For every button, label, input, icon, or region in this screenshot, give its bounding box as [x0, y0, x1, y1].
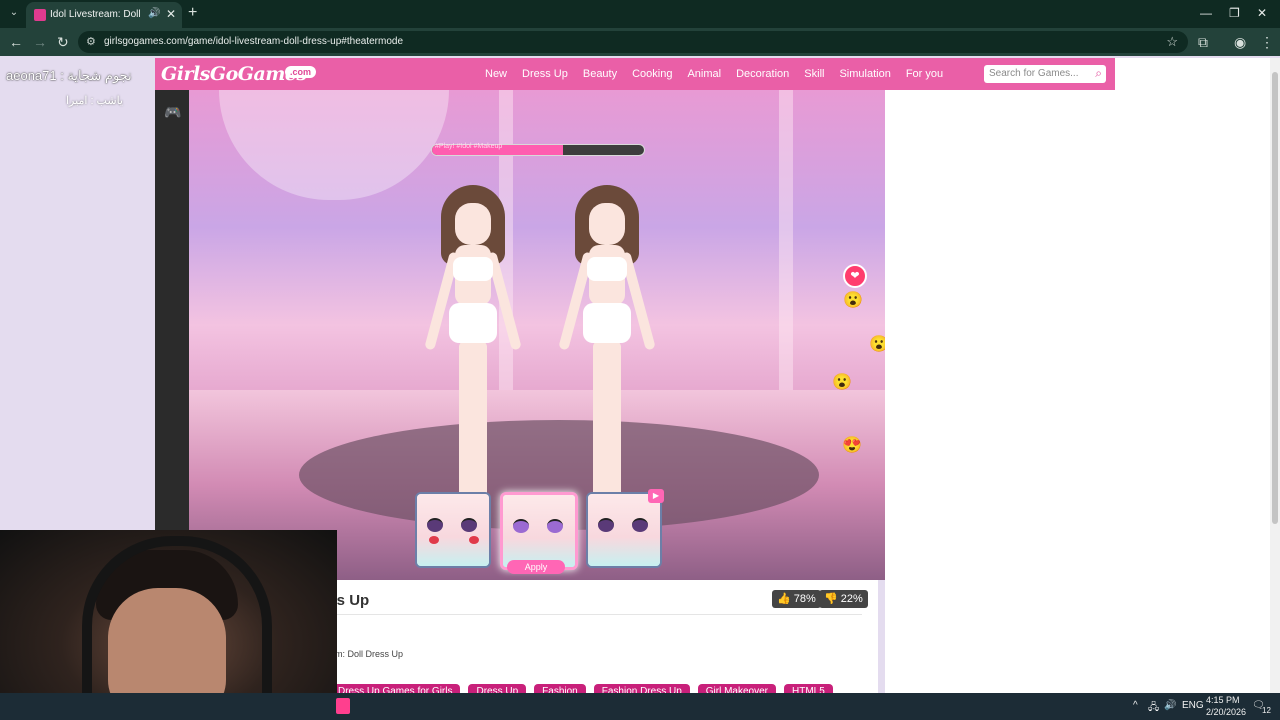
- face-option-card-selected[interactable]: [500, 492, 578, 570]
- new-tab-button[interactable]: +: [188, 4, 197, 22]
- tab-close-icon[interactable]: ✕: [166, 7, 176, 21]
- search-icon[interactable]: ⌕: [1095, 66, 1102, 81]
- site-nav: New Dress Up Beauty Cooking Animal Decor…: [485, 58, 958, 90]
- page-right-margin: [1115, 58, 1270, 693]
- apply-button[interactable]: Apply: [507, 560, 565, 574]
- video-play-icon[interactable]: ▶: [648, 489, 664, 503]
- nav-item-beauty[interactable]: Beauty: [583, 68, 617, 80]
- nav-item-dress-up[interactable]: Dress Up: [522, 68, 568, 80]
- surprised-reaction-icon: 😮: [843, 292, 863, 309]
- audio-playing-icon[interactable]: 🔊: [148, 8, 160, 19]
- browser-tab-bar: ⌄ Idol Livestream: Doll Dress 🔊 ✕ + — ❐ …: [0, 0, 1280, 28]
- minimize-window-icon[interactable]: —: [1200, 6, 1212, 20]
- like-percent: 78%: [793, 593, 816, 605]
- dislike-percent: 22%: [840, 593, 863, 605]
- page-scrollbar[interactable]: [1270, 58, 1280, 693]
- game-team: am: Doll Dress Up: [330, 649, 404, 659]
- heart-decoration: [219, 90, 449, 200]
- address-bar[interactable]: ⚙ girlsgogames.com/game/idol-livestream-…: [78, 31, 1188, 53]
- back-arrow-icon[interactable]: ←: [9, 34, 23, 50]
- site-header: GirlsGoGames .com New Dress Up Beauty Co…: [155, 58, 1115, 90]
- show-hidden-icons-icon[interactable]: ^: [1133, 700, 1138, 711]
- browser-tab-active[interactable]: Idol Livestream: Doll Dress 🔊 ✕: [26, 2, 182, 28]
- tab-title: Idol Livestream: Doll Dress: [50, 9, 144, 20]
- right-ad-panel: [885, 90, 1115, 693]
- site-info-icon[interactable]: ⚙: [86, 35, 96, 48]
- clock-date[interactable]: 2/20/2026: [1206, 707, 1246, 717]
- site-search-input[interactable]: Search for Games... ⌕: [984, 65, 1106, 83]
- extensions-icon[interactable]: ⧉: [1198, 34, 1208, 50]
- browser-toolbar: ← → ↻ ⚙ girlsgogames.com/game/idol-lives…: [0, 28, 1280, 56]
- profile-icon[interactable]: ◉: [1234, 34, 1246, 50]
- language-indicator[interactable]: ENG: [1182, 700, 1204, 711]
- reload-icon[interactable]: ↻: [57, 34, 69, 50]
- nav-item-simulation[interactable]: Simulation: [839, 68, 890, 80]
- face-option-card[interactable]: [586, 492, 662, 568]
- game-canvas[interactable]: #Play! #Idol #Makeup ❤ 😮 😮 😮 😍 ▶ Apply: [189, 90, 885, 580]
- windows-taskbar: ^ 🖧 🔊 ENG 4:15 PM 2/20/2026 🗨 12: [0, 693, 1280, 720]
- nav-item-cooking[interactable]: Cooking: [632, 68, 672, 80]
- restore-window-icon[interactable]: ❐: [1229, 6, 1240, 20]
- heart-reaction-icon: ❤: [843, 264, 867, 288]
- stream-overlay-name: aeona71 : نجوم شجاية: [6, 68, 132, 83]
- close-window-icon[interactable]: ✕: [1257, 6, 1267, 20]
- webcam-overlay: [0, 530, 337, 720]
- site-logo-suffix: .com: [285, 66, 317, 78]
- tab-search-chevron-icon[interactable]: ⌄: [6, 5, 22, 21]
- site-favicon-icon: [34, 9, 46, 21]
- stage-pillar: [779, 90, 793, 420]
- bookmark-star-icon[interactable]: ☆: [1166, 34, 1178, 50]
- volume-icon[interactable]: 🔊: [1164, 700, 1176, 711]
- search-placeholder: Search for Games...: [989, 68, 1079, 79]
- heart-eyes-reaction-icon: 😍: [842, 437, 862, 454]
- surprised-reaction-icon: 😮: [832, 374, 852, 391]
- network-icon[interactable]: 🖧: [1148, 700, 1159, 717]
- headphones: [82, 536, 272, 706]
- nav-item-decoration[interactable]: Decoration: [736, 68, 789, 80]
- nav-item-skill[interactable]: Skill: [804, 68, 824, 80]
- like-button[interactable]: 👍 78%: [772, 590, 821, 608]
- game-sidebar: 🎮: [155, 90, 189, 532]
- pinned-app-icon[interactable]: [336, 698, 350, 714]
- nav-item-animal[interactable]: Animal: [687, 68, 721, 80]
- clock-time[interactable]: 4:15 PM: [1206, 695, 1240, 705]
- notification-count: 12: [1262, 706, 1271, 715]
- info-divider: [320, 614, 862, 615]
- nav-item-new[interactable]: New: [485, 68, 507, 80]
- stream-overlay-subtitle: ياشب : اميرا: [66, 95, 123, 107]
- progress-label: #Play! #Idol #Makeup: [435, 143, 503, 150]
- browser-menu-icon[interactable]: ⋮: [1260, 34, 1274, 50]
- url-text[interactable]: girlsgogames.com/game/idol-livestream-do…: [104, 36, 403, 47]
- scrollbar-thumb[interactable]: [1272, 72, 1278, 524]
- surprised-reaction-icon: 😮: [869, 336, 885, 353]
- dislike-button[interactable]: 👎 22%: [819, 590, 868, 608]
- nav-item-for-you[interactable]: For you: [906, 68, 943, 80]
- gamepad-icon[interactable]: 🎮: [164, 104, 181, 121]
- face-option-card[interactable]: [415, 492, 491, 568]
- forward-arrow-icon[interactable]: →: [33, 34, 47, 50]
